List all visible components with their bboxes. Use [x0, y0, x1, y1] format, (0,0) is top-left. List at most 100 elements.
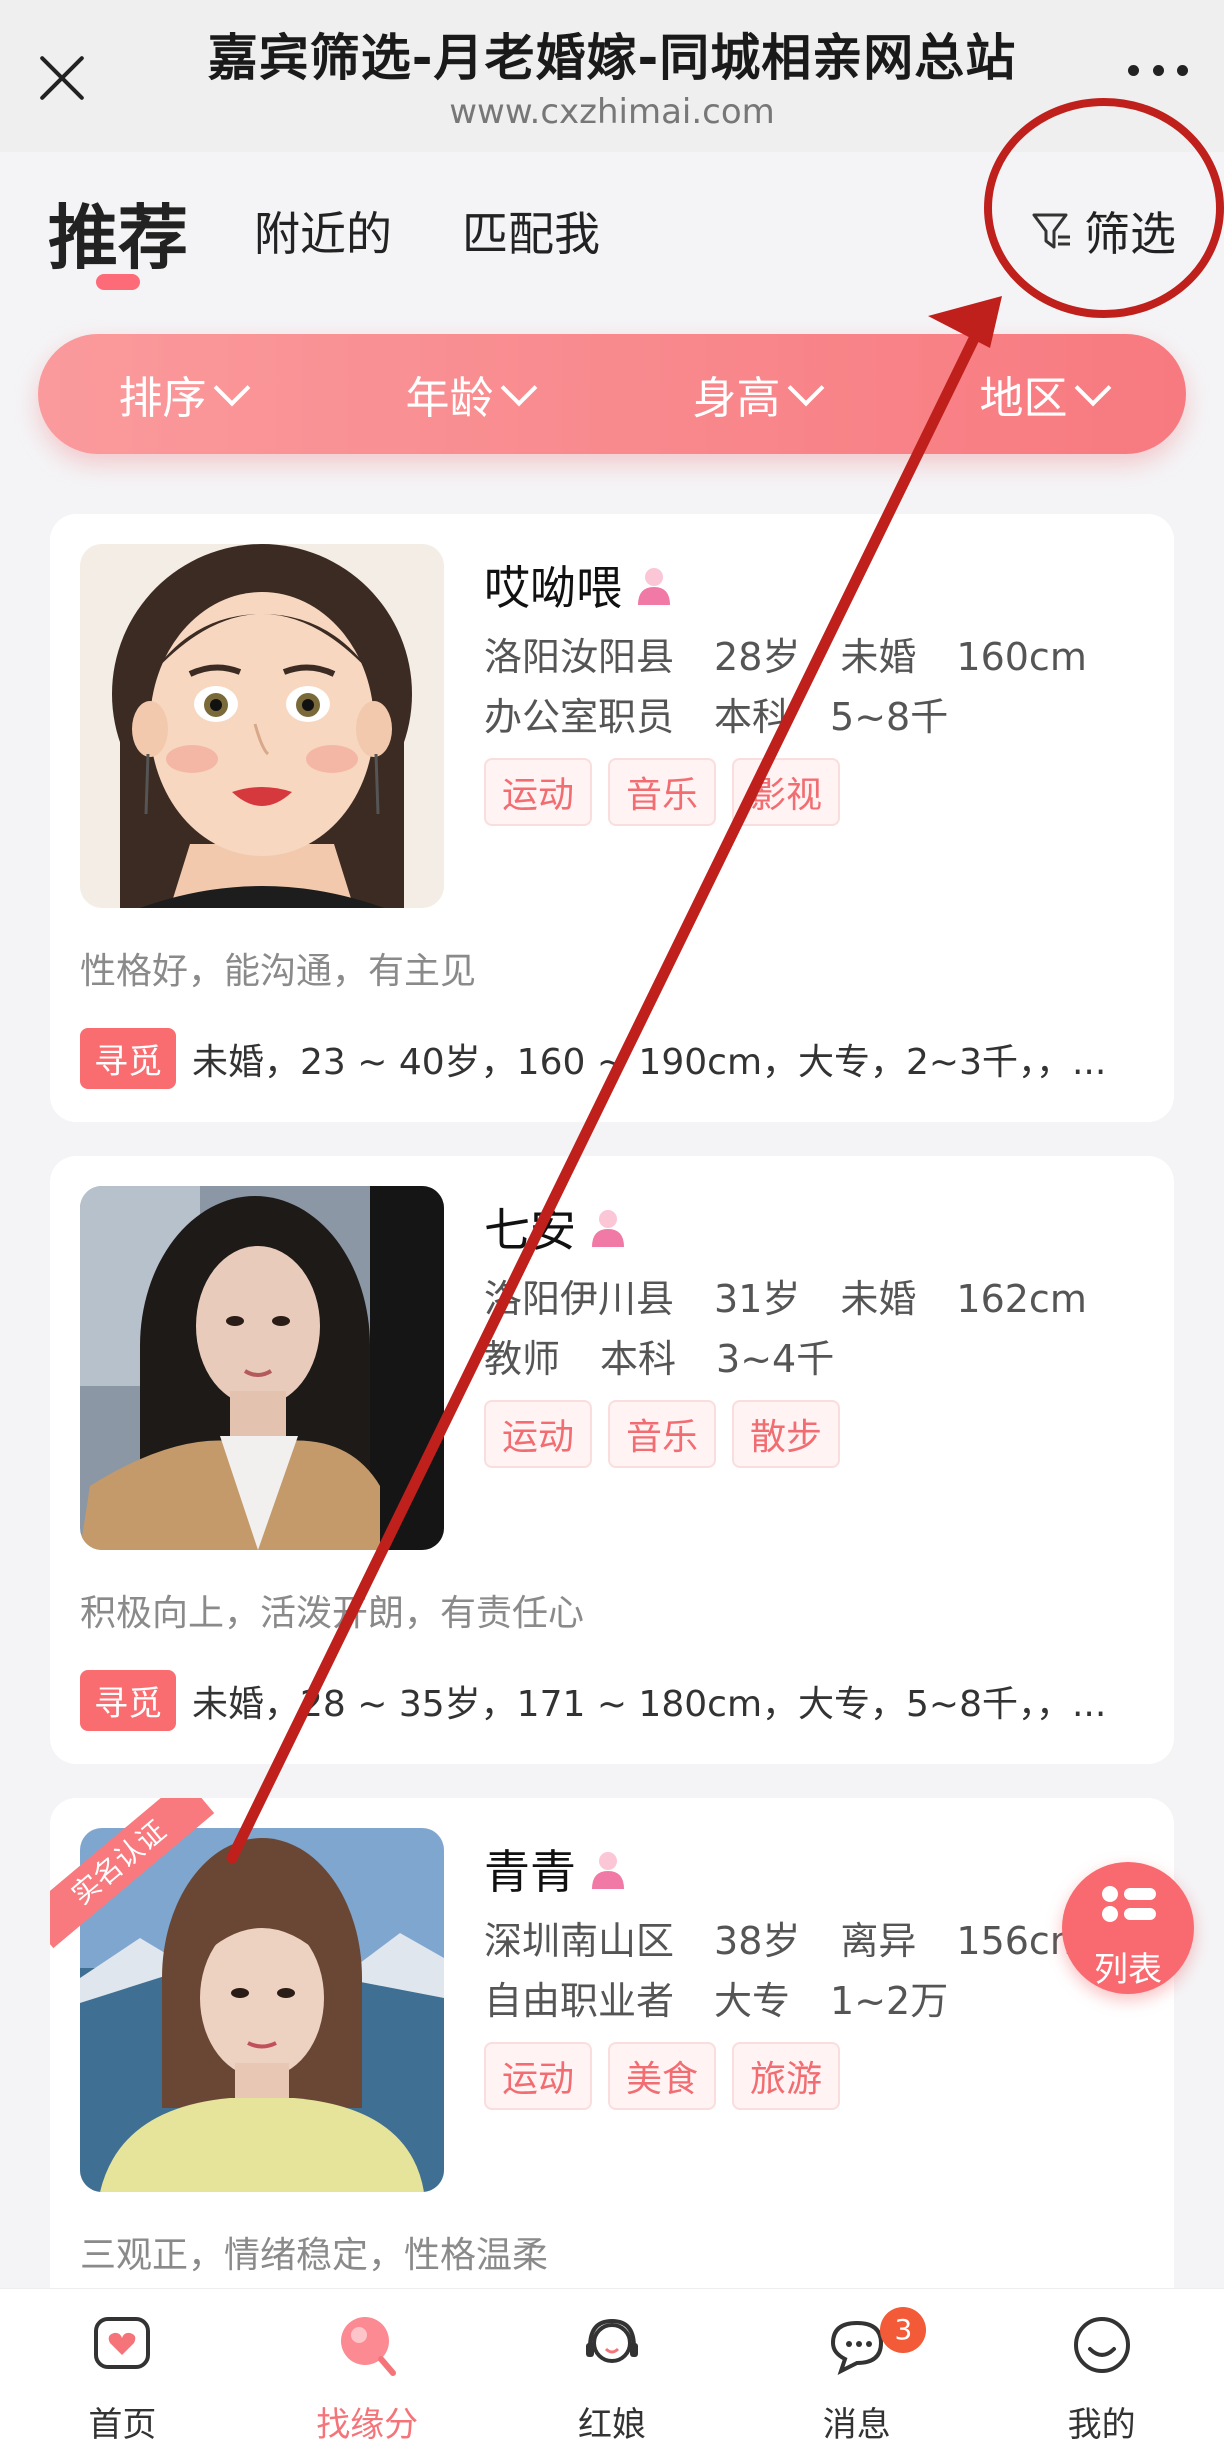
profile-card[interactable]: 实名认证 青青 深圳南山区38岁离异156cm 自由职业者大专1~2万	[50, 1798, 1174, 2318]
interest-tag: 运动	[484, 758, 593, 826]
filter-button[interactable]: 筛选	[1030, 198, 1176, 264]
tab-bar: 推荐 附近的 匹配我 筛选	[0, 152, 1224, 322]
profile-basic-info: 深圳南山区 38岁 离异 156cm	[484, 1910, 1127, 1965]
nav-profile-label: 我的	[1067, 2405, 1136, 2445]
bottom-navigation: 首页 找缘分 红娘 3 消息 我的	[0, 2288, 1224, 2460]
tab-match-me[interactable]: 匹配我	[462, 198, 600, 264]
female-user-icon	[592, 1210, 624, 1247]
tab-nearby[interactable]: 附近的	[254, 198, 392, 264]
profile-career-info: 教师 本科 3~4千	[484, 1328, 874, 1383]
profile-basic-info: 洛阳汝阳县 28岁 未婚 160cm	[484, 626, 1127, 681]
filter-icon	[1032, 213, 1070, 249]
list-view-button[interactable]: 列表	[1062, 1862, 1194, 1994]
sort-height-label: 身高	[692, 373, 781, 424]
sort-region-label: 地区	[979, 373, 1068, 424]
profile-bio: 积极向上，活泼开朗，有责任心	[80, 1593, 585, 1634]
profile-photo-image	[80, 1828, 444, 2192]
seek-criteria: 寻觅 未婚，28 ~ 35岁，171 ~ 180cm，大专，5~8千，，...	[80, 1670, 1140, 1731]
find-match-icon	[341, 2317, 397, 2376]
nav-find-match[interactable]: 找缘分	[245, 2289, 490, 2460]
profile-height: 160cm	[956, 635, 1087, 679]
profile-name: 青青	[484, 1845, 576, 1899]
nav-home-label: 首页	[88, 2405, 157, 2445]
interest-tag: 旅游	[732, 2042, 841, 2110]
active-tab-indicator	[96, 274, 140, 290]
interest-tags: 运动 音乐 影视	[484, 758, 841, 826]
nav-matchmaker[interactable]: 红娘	[490, 2289, 735, 2460]
profile-basic-info: 洛阳伊川县 31岁 未婚 162cm	[484, 1268, 1127, 1323]
profile-photo[interactable]	[80, 544, 444, 908]
more-options-icon[interactable]	[1128, 60, 1188, 80]
nav-matchmaker-label: 红娘	[577, 2405, 646, 2445]
chevron-down-icon	[500, 369, 537, 407]
chevron-down-icon	[1074, 369, 1111, 407]
female-user-icon	[592, 1852, 624, 1889]
seek-badge: 寻觅	[80, 1670, 176, 1731]
female-user-icon	[638, 568, 670, 605]
profile-career-info: 办公室职员 本科 5~8千	[484, 686, 988, 741]
profile-education: 本科	[600, 1337, 677, 1381]
profile-photo[interactable]	[80, 1828, 444, 2192]
sort-height-dropdown[interactable]: 身高	[692, 362, 824, 426]
interest-tag: 音乐	[608, 1400, 717, 1468]
profile-name: 七安	[484, 1203, 576, 1257]
profile-name-row: 青青	[484, 1836, 626, 1902]
tab-recommend[interactable]: 推荐	[48, 182, 188, 283]
nav-messages-label: 消息	[822, 2405, 891, 2445]
home-heart-icon	[94, 2317, 151, 2369]
nav-messages[interactable]: 3 消息	[734, 2289, 979, 2460]
profile-marital: 离异	[840, 1919, 917, 1963]
sort-age-label: 年龄	[405, 373, 494, 424]
interest-tag: 影视	[732, 758, 841, 826]
profile-photo-image	[80, 1186, 444, 1550]
profile-age: 38岁	[714, 1919, 801, 1963]
seek-text: 未婚，23 ~ 40岁，160 ~ 190cm，大专，2~3千，，...	[192, 1041, 1107, 1083]
interest-tags: 运动 美食 旅游	[484, 2042, 841, 2110]
filter-label: 筛选	[1084, 207, 1176, 261]
smiley-profile-icon	[1073, 2317, 1130, 2373]
profile-job: 办公室职员	[484, 695, 675, 739]
chevron-down-icon	[787, 369, 824, 407]
nav-profile[interactable]: 我的	[979, 2289, 1224, 2460]
profile-marital: 未婚	[840, 1277, 917, 1321]
interest-tag: 运动	[484, 2042, 593, 2110]
profile-card[interactable]: 哎呦喂 洛阳汝阳县 28岁 未婚 160cm 办公室职员 本科 5~8千 运动 音乐 影视…	[50, 514, 1174, 1122]
sort-region-dropdown[interactable]: 地区	[979, 362, 1111, 426]
unread-count-badge: 3	[880, 2307, 927, 2353]
list-icon	[1102, 1886, 1156, 1922]
profile-card[interactable]: 七安 洛阳伊川县 31岁 未婚 162cm 教师 本科 3~4千 运动 音乐 散步 积极向…	[50, 1156, 1174, 1764]
cartoon-avatar-image	[80, 544, 444, 908]
profile-job: 教师	[484, 1337, 561, 1381]
interest-tag: 运动	[484, 1400, 593, 1468]
profile-career-info: 自由职业者 大专 1~2万	[484, 1970, 988, 2025]
sort-order-dropdown[interactable]: 排序	[118, 362, 250, 426]
list-view-label: 列表	[1094, 1950, 1162, 1990]
profile-income: 5~8千	[830, 695, 949, 739]
chevron-down-icon	[213, 369, 250, 407]
nav-find-match-label: 找缘分	[316, 2405, 419, 2445]
page-url: www.cxzhimai.com	[449, 92, 775, 132]
sort-bar: 排序 年龄 身高 地区	[38, 334, 1186, 454]
profile-photo[interactable]	[80, 1186, 444, 1550]
profile-bio: 三观正，情绪稳定，性格温柔	[80, 2235, 549, 2276]
profile-name: 哎呦喂	[484, 561, 622, 615]
seek-badge: 寻觅	[80, 1028, 176, 1089]
sort-order-label: 排序	[118, 373, 207, 424]
interest-tag: 美食	[608, 2042, 717, 2110]
page-title: 嘉宾筛选-月老婚嫁-同城相亲网总站	[207, 29, 1017, 87]
sort-age-dropdown[interactable]: 年龄	[405, 362, 537, 426]
profile-name-row: 七安	[484, 1194, 626, 1260]
interest-tag: 音乐	[608, 758, 717, 826]
close-icon[interactable]	[36, 52, 88, 104]
profile-age: 31岁	[714, 1277, 801, 1321]
interest-tags: 运动 音乐 散步	[484, 1400, 841, 1468]
headset-icon	[585, 2318, 638, 2363]
profile-income: 3~4千	[716, 1337, 835, 1381]
profile-age: 28岁	[714, 635, 801, 679]
profile-name-row: 哎呦喂	[484, 552, 672, 618]
profile-education: 大专	[714, 1979, 791, 2023]
profile-job: 自由职业者	[484, 1979, 675, 2023]
profile-bio: 性格好，能沟通，有主见	[80, 951, 477, 992]
nav-home[interactable]: 首页	[0, 2289, 245, 2460]
seek-text: 未婚，28 ~ 35岁，171 ~ 180cm，大专，5~8千，，...	[192, 1683, 1107, 1725]
